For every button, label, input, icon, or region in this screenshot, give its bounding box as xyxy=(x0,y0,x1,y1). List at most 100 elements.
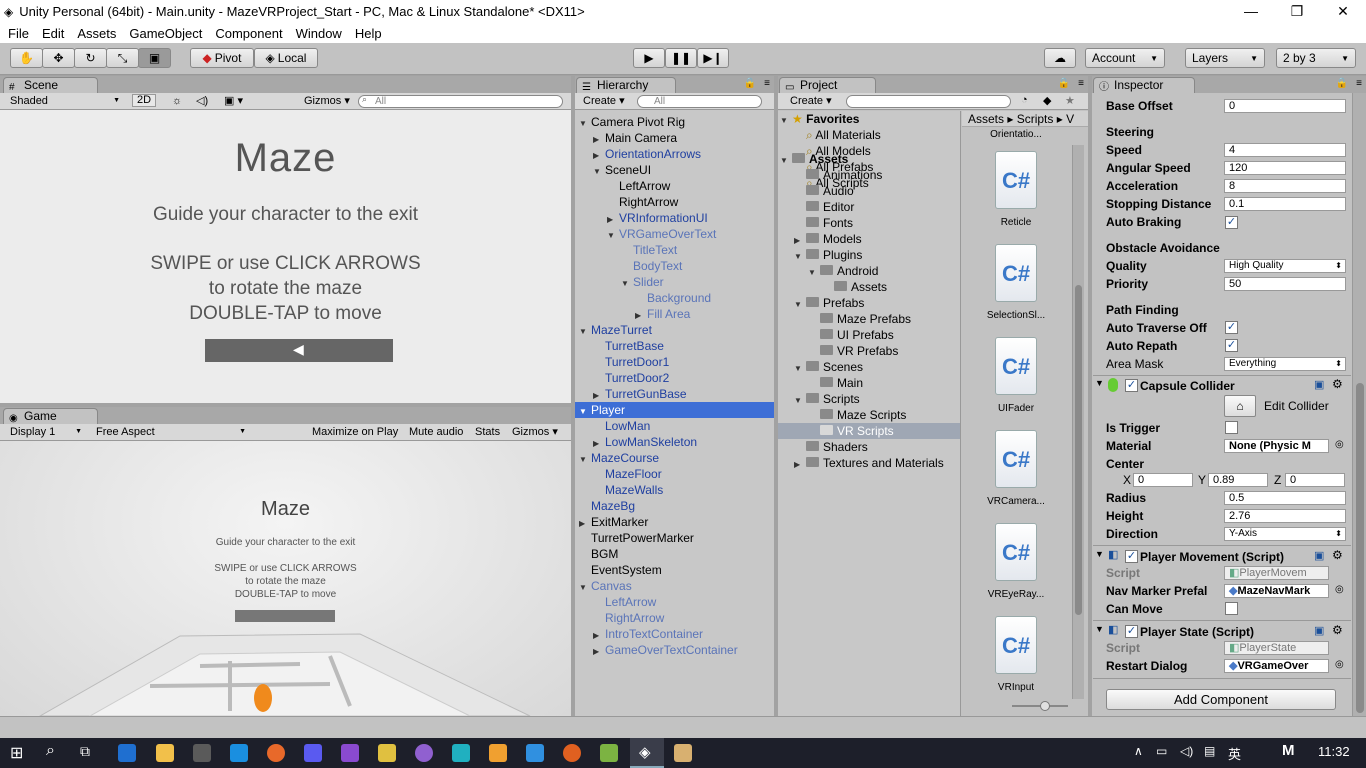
script-file-item[interactable]: C# Reticle xyxy=(962,151,1070,228)
panel-menu-icon[interactable]: ≡ xyxy=(764,78,770,89)
app-icon[interactable] xyxy=(674,744,692,762)
hierarchy-item[interactable]: TitleText xyxy=(575,242,774,258)
search-by-label-icon[interactable]: ◆ xyxy=(1043,94,1051,107)
hierarchy-item[interactable]: ▶ Main Camera xyxy=(575,130,774,146)
hierarchy-item[interactable]: LeftArrow xyxy=(575,178,774,194)
project-folder-item[interactable]: Audio xyxy=(780,183,960,199)
hierarchy-item[interactable]: EventSystem xyxy=(575,562,774,578)
lock-icon[interactable]: 🔒 xyxy=(744,78,756,89)
file-explorer-icon[interactable] xyxy=(156,744,174,762)
lock-icon[interactable]: 🔒 xyxy=(1058,78,1070,89)
visual-studio-icon[interactable] xyxy=(341,744,359,762)
lock-icon[interactable]: 🔒 xyxy=(1336,78,1348,89)
app-icon[interactable] xyxy=(230,744,248,762)
search-icon[interactable]: ⌕ xyxy=(46,742,55,760)
hierarchy-item[interactable]: ▶ Fill Area xyxy=(575,306,774,322)
project-scrollbar[interactable] xyxy=(1072,145,1084,699)
hierarchy-item[interactable]: ▼ Player xyxy=(575,402,774,418)
pivot-button[interactable]: ◆ Pivot xyxy=(190,48,254,68)
stopping-distance-field[interactable]: 0.1 xyxy=(1224,197,1346,211)
auto-traverse-checkbox[interactable]: ✓ xyxy=(1225,321,1238,334)
scene-viewport[interactable]: Maze Guide your character to the exit SW… xyxy=(0,110,571,403)
help-icon[interactable]: ▣ xyxy=(1314,549,1324,562)
app-icon[interactable] xyxy=(304,744,322,762)
firefox-icon[interactable] xyxy=(267,744,285,762)
foldout-arrow-icon[interactable]: ▶ xyxy=(593,644,605,660)
android-icon[interactable] xyxy=(600,744,618,762)
hierarchy-item[interactable]: BGM xyxy=(575,546,774,562)
volume-icon[interactable]: ◁) xyxy=(1180,744,1193,758)
project-folder-item[interactable]: ▼ Android xyxy=(780,263,960,279)
project-folder-item[interactable]: Animations xyxy=(780,167,960,183)
local-button[interactable]: ◈ Local xyxy=(254,48,318,68)
project-folder-item[interactable]: ▼ Assets xyxy=(780,151,960,167)
speed-field[interactable]: 4 xyxy=(1224,143,1346,157)
script-file-item[interactable]: C# UIFader xyxy=(962,337,1070,414)
maximize-button[interactable]: ❐ xyxy=(1274,0,1320,23)
lighting-icon[interactable]: ☼ xyxy=(168,94,186,109)
scrollbar-thumb[interactable] xyxy=(1075,285,1082,615)
hierarchy-item[interactable]: ▶ IntroTextContainer xyxy=(575,626,774,642)
audio-icon[interactable]: ◁) xyxy=(192,94,212,109)
capsule-enabled-checkbox[interactable]: ✓ xyxy=(1125,379,1138,392)
hierarchy-item[interactable]: TurretDoor1 xyxy=(575,354,774,370)
restart-dialog-field[interactable]: ◆VRGameOver xyxy=(1224,659,1329,673)
height-field[interactable]: 2.76 xyxy=(1224,509,1346,523)
script-file-item[interactable]: C# VREyeRay... xyxy=(962,523,1070,600)
center-z-field[interactable]: 0 xyxy=(1285,473,1345,487)
tab-hierarchy[interactable]: ☰ Hierarchy xyxy=(576,77,676,93)
minimize-button[interactable]: — xyxy=(1228,0,1274,23)
pause-button[interactable]: ❚❚ xyxy=(665,48,697,68)
project-folder-item[interactable]: ▶ Textures and Materials xyxy=(780,455,960,471)
inspector-scrollbar[interactable] xyxy=(1352,93,1366,716)
display-dropdown[interactable]: Display 1 ▼ xyxy=(6,425,86,440)
help-icon[interactable]: ▣ xyxy=(1314,378,1324,391)
scale-tool-icon[interactable]: ⤡ xyxy=(106,48,139,68)
project-create-dropdown[interactable]: Create ▾ xyxy=(786,94,836,109)
script-file-item[interactable]: C# VRCamera... xyxy=(962,430,1070,507)
angular-speed-field[interactable]: 120 xyxy=(1224,161,1346,175)
priority-field[interactable]: 50 xyxy=(1224,277,1346,291)
component-gear-icon[interactable]: ⚙ xyxy=(1332,548,1343,562)
menu-edit[interactable]: Edit xyxy=(34,26,69,41)
object-picker-icon[interactable]: ◎ xyxy=(1335,659,1344,670)
menu-assets[interactable]: Assets xyxy=(69,26,121,41)
project-folder-item[interactable]: ▼ Prefabs xyxy=(780,295,960,311)
foldout-arrow-icon[interactable]: ▶ xyxy=(794,457,806,473)
project-folder-item[interactable]: VR Prefabs xyxy=(780,343,960,359)
zoom-slider-handle[interactable] xyxy=(1040,701,1050,711)
effects-icon[interactable]: ▣ ▾ xyxy=(220,94,247,109)
project-folder-item[interactable]: Maze Scripts xyxy=(780,407,960,423)
project-folder-item[interactable]: ▶ Models xyxy=(780,231,960,247)
area-mask-dropdown[interactable]: Everything ⬍ xyxy=(1224,357,1346,371)
nav-marker-field[interactable]: ◆MazeNavMark xyxy=(1224,584,1329,598)
material-field[interactable]: None (Physic M xyxy=(1224,439,1329,453)
script-file-item[interactable]: C# SelectionSl... xyxy=(962,244,1070,321)
hierarchy-item[interactable]: TurretPowerMarker xyxy=(575,530,774,546)
menu-help[interactable]: Help xyxy=(347,26,387,41)
close-button[interactable]: ✕ xyxy=(1320,0,1366,23)
project-folder-item[interactable]: VR Scripts xyxy=(778,423,960,439)
script-file-item[interactable]: C# VRInput xyxy=(962,616,1070,693)
layers-dropdown[interactable]: Layers ▼ xyxy=(1185,48,1265,68)
menu-gameobject[interactable]: GameObject xyxy=(121,26,207,41)
hierarchy-item[interactable]: ▶ VRInformationUI xyxy=(575,210,774,226)
move-tool-icon[interactable]: ✥ xyxy=(42,48,75,68)
app-icon[interactable] xyxy=(489,744,507,762)
game-viewport[interactable]: Maze Guide your character to the exit SW… xyxy=(0,441,571,716)
project-folder-item[interactable]: UI Prefabs xyxy=(780,327,960,343)
maximize-on-play-toggle[interactable]: Maximize on Play xyxy=(308,425,402,440)
project-folder-item[interactable]: Editor xyxy=(780,199,960,215)
panel-menu-icon[interactable]: ≡ xyxy=(1356,78,1362,89)
game-gizmos-dropdown[interactable]: Gizmos ▾ xyxy=(508,425,562,440)
tray-up-icon[interactable]: ∧ xyxy=(1134,744,1143,758)
network-icon[interactable]: ▭ xyxy=(1156,744,1167,758)
ime-mode-indicator[interactable]: M xyxy=(1282,742,1295,759)
aspect-dropdown[interactable]: Free Aspect ▼ xyxy=(92,425,250,440)
scrollbar-thumb[interactable] xyxy=(1356,383,1364,713)
project-folder-item[interactable]: Assets xyxy=(780,279,960,295)
menu-window[interactable]: Window xyxy=(288,26,347,41)
hierarchy-item[interactable]: ▼ Camera Pivot Rig xyxy=(575,114,774,130)
blender-icon[interactable] xyxy=(563,744,581,762)
hierarchy-item[interactable]: ▼ MazeTurret xyxy=(575,322,774,338)
